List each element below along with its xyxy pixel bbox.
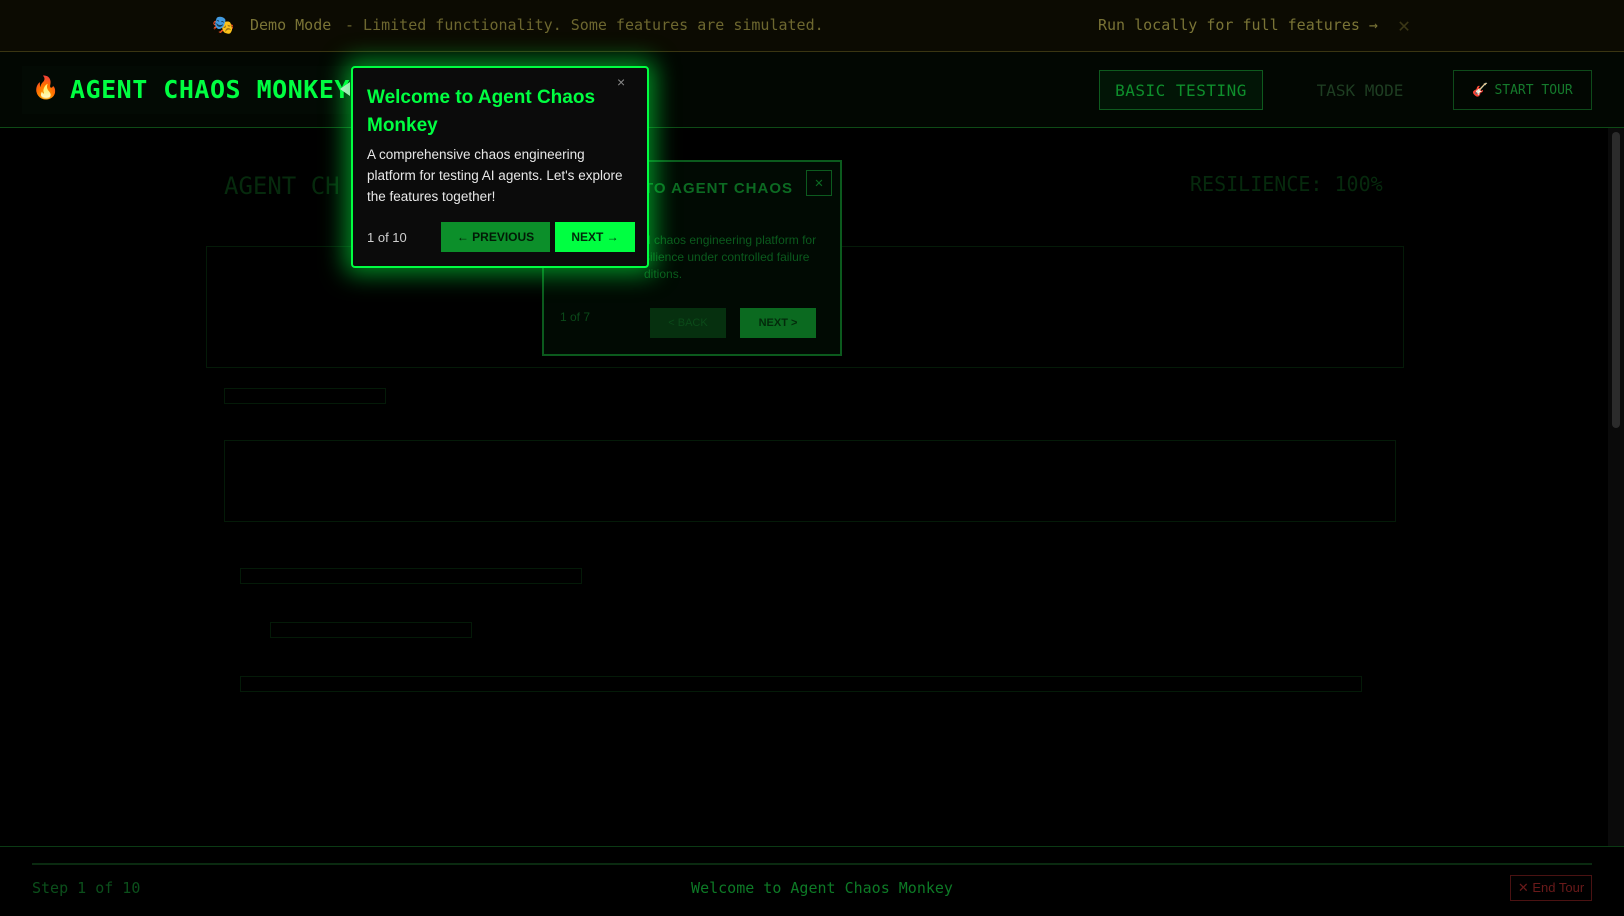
app-header: 🔥 AGENT CHAOS MONKEY BASIC TESTING TASK …: [0, 52, 1624, 128]
basic-testing-button[interactable]: BASIC TESTING: [1099, 70, 1263, 110]
previous-button[interactable]: ← PREVIOUS: [441, 222, 550, 252]
app-title: AGENT CHAOS MONKEY: [70, 75, 350, 104]
task-mode-button[interactable]: TASK MODE: [1300, 70, 1420, 110]
tour-progress-bar: [32, 863, 1592, 865]
tour-description: A comprehensive chaos engineering platfo…: [367, 147, 623, 204]
back-button[interactable]: < BACK: [650, 308, 726, 338]
tour-title: Welcome to Agent Chaos Monkey: [367, 87, 596, 136]
next-button[interactable]: NEXT →: [555, 222, 635, 252]
fire-icon: 🔥: [32, 76, 60, 101]
popover-arrow: [340, 82, 350, 96]
guitar-icon: 🎸: [1472, 82, 1489, 98]
end-tour-button[interactable]: ✕ End Tour: [1510, 875, 1592, 901]
tour-step-title: Welcome to Agent Chaos Monkey: [691, 879, 953, 897]
option-row: [240, 568, 582, 584]
background-tour-body: d chaos engineering platform for silienc…: [644, 233, 817, 281]
demo-mode-label: Demo Mode: [250, 16, 332, 34]
next-button[interactable]: NEXT >: [740, 308, 816, 338]
background-tour-count: 1 of 7: [560, 310, 591, 324]
tour-step-count: 1 of 10: [367, 230, 407, 245]
start-tour-button[interactable]: 🎸 START TOUR: [1453, 70, 1592, 110]
close-icon[interactable]: ✕: [806, 170, 832, 196]
start-tour-label: START TOUR: [1494, 82, 1573, 98]
demo-banner: 🎭 Demo Mode - Limited functionality. Som…: [0, 0, 1624, 52]
banner-close-icon[interactable]: ✕: [1398, 13, 1410, 37]
tour-footer: Step 1 of 10 Welcome to Agent Chaos Monk…: [0, 846, 1624, 916]
demo-mode-description: - Limited functionality. Some features a…: [345, 16, 824, 34]
theater-masks-icon: 🎭: [212, 15, 235, 36]
run-locally-link[interactable]: Run locally for full features →: [1098, 16, 1378, 34]
background-tour-title: TO AGENT CHAOS: [644, 180, 794, 197]
close-icon[interactable]: ×: [617, 74, 625, 90]
options-grid: [224, 440, 1396, 522]
resilience-score: RESILIENCE: 100%: [1190, 172, 1383, 196]
dashboard-title: AGENT CH: [224, 172, 340, 200]
option-row: [270, 622, 472, 638]
logo: 🔥 AGENT CHAOS MONKEY: [22, 66, 362, 114]
section-heading: [224, 388, 386, 404]
progress-row: [240, 676, 1362, 692]
tour-popover: Welcome to Agent Chaos Monkey × A compre…: [351, 66, 649, 268]
scrollbar-thumb[interactable]: [1612, 132, 1620, 428]
page-scrollbar[interactable]: [1608, 128, 1624, 846]
